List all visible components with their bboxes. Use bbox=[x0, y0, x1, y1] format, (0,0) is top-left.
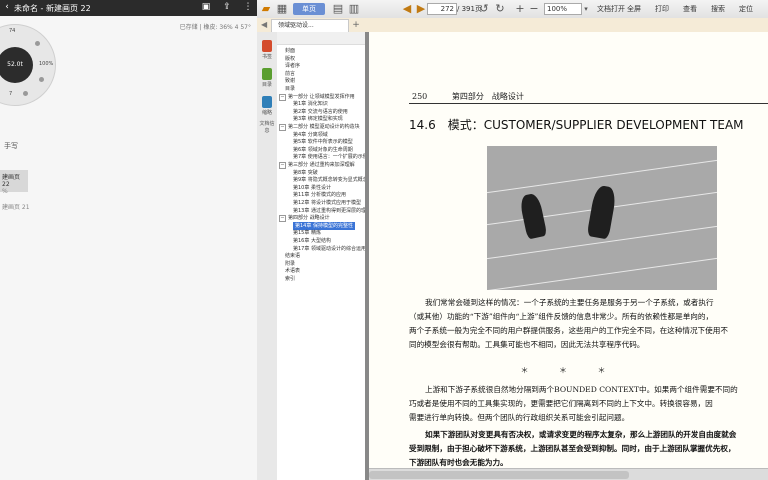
text-line: 需要进行单向转换。但两个团队的行政组织关系可能会引起问题。 bbox=[409, 413, 630, 422]
note-app-titlebar: ‹ 未命名 - 新建画页 22 ▣ ⇪ ⋮ bbox=[0, 0, 257, 16]
wheel-center[interactable]: 52.0t bbox=[0, 47, 33, 83]
more-icon[interactable]: ⋮ bbox=[243, 2, 253, 12]
toc-panel: 封面 版权 译者序 前言 致谢 目录 − 第一部分 让领域模型发挥作用 第1章 消化知识 第2章 … bbox=[277, 32, 366, 480]
wheel-bottom-value: 7 bbox=[9, 91, 13, 97]
grid-icon[interactable]: ▦ bbox=[275, 2, 289, 16]
toolbar-fullscreen[interactable]: 全屏 bbox=[627, 3, 641, 15]
back-arrow-icon[interactable]: ‹ bbox=[2, 2, 12, 12]
text-line: 两个子系统一般为完全不同的用户群提供服务，这些用户的工作完全不同，在这种情况下使… bbox=[409, 326, 728, 335]
bookmark-tool[interactable]: 书签 bbox=[259, 40, 275, 60]
page-card-title: 建画页 21 bbox=[2, 204, 30, 211]
toolbar-search[interactable]: 搜索 bbox=[711, 3, 725, 15]
view-mode-button[interactable]: 单页 bbox=[293, 3, 325, 15]
rotate-right-icon[interactable]: ↻ bbox=[493, 2, 507, 16]
layout-double-icon[interactable]: ▥ bbox=[347, 2, 361, 16]
zoom-out-icon[interactable]: − bbox=[527, 2, 541, 16]
note-app: ‹ 未命名 - 新建画页 22 ▣ ⇪ ⋮ 已存储 | 橡皮: 36% 4 57… bbox=[0, 0, 257, 480]
text-line: （或其他）功能的“下游”组件向“上游”组件反馈的信息非常少。所有的依赖性都是单向… bbox=[409, 312, 714, 321]
expand-icon[interactable]: − bbox=[279, 162, 286, 169]
outline-icon bbox=[262, 68, 272, 80]
document-tab[interactable]: 领域驱动设... bbox=[271, 19, 349, 32]
text-line: 同的模型会很有帮助。工具集可能也不相同，因此无法共享程序代码。 bbox=[409, 340, 645, 349]
info-tool[interactable]: 文档信息 bbox=[259, 120, 275, 134]
prev-page-icon[interactable]: ◀ bbox=[400, 2, 414, 16]
track-lane bbox=[487, 257, 717, 290]
wheel-right-value: 100% bbox=[39, 61, 54, 67]
runner-figure bbox=[518, 192, 548, 240]
tab-scroll-left-icon[interactable]: ◀ bbox=[261, 20, 267, 29]
brush-wheel[interactable]: 74 100% 7 52.0t bbox=[0, 24, 56, 106]
share-icon[interactable]: ⇪ bbox=[222, 2, 232, 12]
wheel-dot[interactable] bbox=[35, 41, 40, 46]
zoom-in-icon[interactable]: + bbox=[513, 2, 527, 16]
toc-item[interactable]: 索引 bbox=[285, 275, 295, 283]
toc-item[interactable]: 第17章 领域驱动设计的综合运用 bbox=[293, 245, 365, 253]
wheel-dot[interactable] bbox=[23, 91, 28, 96]
pdf-page: 250 第四部分 战略设计 14.6 模式：CUSTOMER/SUPPLIER … bbox=[369, 32, 768, 480]
running-title: 第四部分 战略设计 bbox=[451, 92, 524, 101]
layout-icon[interactable]: ▤ bbox=[331, 2, 345, 16]
header-rule bbox=[409, 103, 768, 104]
page-number: 250 bbox=[412, 92, 428, 101]
folder-open-icon[interactable]: ▰ bbox=[259, 2, 273, 16]
horizontal-scrollbar[interactable] bbox=[369, 468, 768, 480]
chevron-down-icon[interactable]: ▾ bbox=[579, 2, 593, 16]
next-page-icon[interactable]: ▶ bbox=[414, 2, 428, 16]
outline-tool[interactable]: 目录 bbox=[259, 68, 275, 88]
expand-icon[interactable]: − bbox=[279, 93, 286, 101]
text-line: 上游和下游子系统很自然地分隔到两个BOUNDED CONTEXT中。如果两个组件… bbox=[425, 385, 738, 394]
rotate-left-icon[interactable]: ↺ bbox=[477, 2, 491, 16]
running-head: 250 第四部分 战略设计 bbox=[412, 91, 524, 102]
section-separator: ＊ ＊ ＊ bbox=[520, 366, 620, 375]
reader-toolbar: ▰ ▦ 单页 ▤ ▥ ◀ ▶ 272 / 391页 ↺ ↻ + − 100% ▾… bbox=[257, 0, 768, 19]
wheel-top-value: 74 bbox=[9, 28, 16, 34]
side-tools: 书签 目录 缩略 文档信息 bbox=[257, 32, 277, 480]
expand-icon[interactable]: − bbox=[279, 124, 286, 131]
new-tab-button[interactable]: + bbox=[351, 20, 361, 30]
text-line: 如果下游团队对变更具有否决权，或请求变更的程序太复杂，那么上游团队的开发自由度就… bbox=[425, 430, 737, 439]
page-card[interactable]: 建画页 21 bbox=[0, 202, 30, 216]
runners-photo bbox=[487, 146, 717, 290]
section-title: 14.6 模式：CUSTOMER/SUPPLIER DEVELOPMENT TE… bbox=[409, 118, 744, 132]
thumbnail-tool[interactable]: 缩略 bbox=[259, 96, 275, 116]
toc-header bbox=[277, 32, 365, 45]
scrollbar-thumb[interactable] bbox=[369, 471, 629, 479]
toolbar-locate[interactable]: 定位 bbox=[739, 3, 753, 15]
page-viewport[interactable]: 250 第四部分 战略设计 14.6 模式：CUSTOMER/SUPPLIER … bbox=[365, 32, 768, 480]
page-number-input[interactable]: 272 bbox=[427, 3, 457, 15]
note-status: 已存储 | 橡皮: 36% 4 57° bbox=[179, 24, 251, 31]
toolbar-view[interactable]: 查看 bbox=[683, 3, 697, 15]
page-card-title: 建画页 22 bbox=[2, 174, 21, 188]
toolbar-print[interactable]: 打印 bbox=[655, 3, 669, 15]
handwrite-label[interactable]: 手写 bbox=[4, 141, 18, 151]
pdf-reader: ▰ ▦ 单页 ▤ ▥ ◀ ▶ 272 / 391页 ↺ ↻ + − 100% ▾… bbox=[257, 0, 768, 480]
zoom-select[interactable]: 100% bbox=[544, 3, 582, 15]
text-line: 受到限制，由于担心破坏下游系统，上游团队甚至会受到抑制。同时，由于上游团队掌握优… bbox=[409, 444, 736, 453]
expand-icon[interactable]: − bbox=[279, 215, 286, 223]
bookmark-icon bbox=[262, 40, 272, 52]
image-icon[interactable]: ▣ bbox=[201, 2, 211, 12]
toolbar-open[interactable]: 文档打开 bbox=[597, 3, 625, 15]
page-card-active[interactable]: 建画页 22 % bbox=[0, 170, 28, 195]
text-line: 巧或者是使用不同的工具集实现的，更需要把它们隔离到不同的上下文中。转换很容易，因 bbox=[409, 399, 713, 408]
thumbnail-icon bbox=[262, 96, 272, 108]
text-line: 我们常常会碰到这样的情况：一个子系统的主要任务是服务于另一个子系统，或者执行 bbox=[425, 298, 714, 307]
wheel-dot[interactable] bbox=[39, 77, 44, 82]
page-card-sub: % bbox=[2, 188, 8, 195]
note-title[interactable]: 未命名 - 新建画页 22 bbox=[14, 3, 91, 14]
runner-figure bbox=[586, 184, 618, 240]
